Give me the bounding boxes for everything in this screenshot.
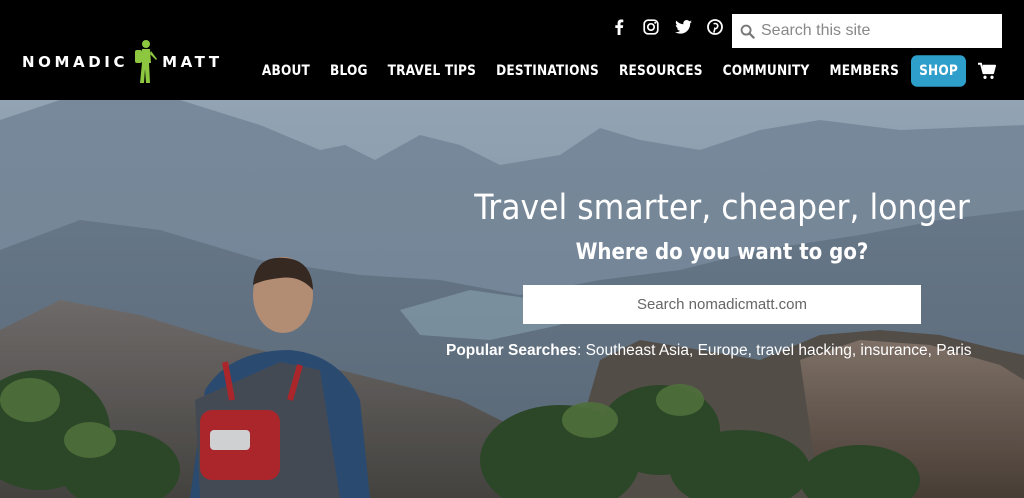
- hiker-logo-icon: [135, 40, 158, 83]
- twitter-icon[interactable]: [674, 18, 692, 36]
- main-nav: ABOUT BLOG TRAVEL TIPS DESTINATIONS RESO…: [242, 55, 996, 87]
- nav-item-blog[interactable]: BLOG: [330, 63, 368, 80]
- logo-text-right: MATT: [162, 53, 223, 71]
- nav-item-community[interactable]: COMMUNITY: [723, 63, 810, 80]
- facebook-icon[interactable]: [610, 18, 628, 36]
- site-search-input[interactable]: [761, 22, 991, 40]
- nav-item-resources[interactable]: RESOURCES: [619, 63, 703, 80]
- social-links: [610, 18, 724, 36]
- popular-searches-terms[interactable]: : Southeast Asia, Europe, travel hacking…: [577, 342, 972, 359]
- popular-searches: Popular Searches: Southeast Asia, Europe…: [446, 342, 972, 360]
- site-header: NOMADIC MATT ABOUT BLOG TRAVEL TIPS DEST…: [0, 0, 1024, 100]
- cart-icon[interactable]: [978, 62, 996, 80]
- logo-text-left: NOMADIC: [22, 53, 129, 71]
- nav-item-travel-tips[interactable]: TRAVEL TIPS: [388, 63, 476, 80]
- hero-subtitle: Where do you want to go?: [575, 240, 869, 265]
- site-search-box: [732, 14, 1002, 48]
- shop-button[interactable]: SHOP: [911, 55, 966, 87]
- search-icon: [740, 24, 755, 39]
- hero-banner: Travel smarter, cheaper, longer Where do…: [0, 100, 1024, 498]
- nav-item-about[interactable]: ABOUT: [262, 63, 310, 80]
- nav-item-destinations[interactable]: DESTINATIONS: [496, 63, 599, 80]
- popular-searches-label: Popular Searches: [446, 342, 577, 359]
- pinterest-icon[interactable]: [706, 18, 724, 36]
- nav-item-members[interactable]: MEMBERS: [830, 63, 900, 80]
- site-logo[interactable]: NOMADIC MATT: [22, 38, 223, 86]
- hero-search-input[interactable]: [523, 285, 921, 324]
- hero-title: Travel smarter, cheaper, longer: [474, 188, 970, 228]
- instagram-icon[interactable]: [642, 18, 660, 36]
